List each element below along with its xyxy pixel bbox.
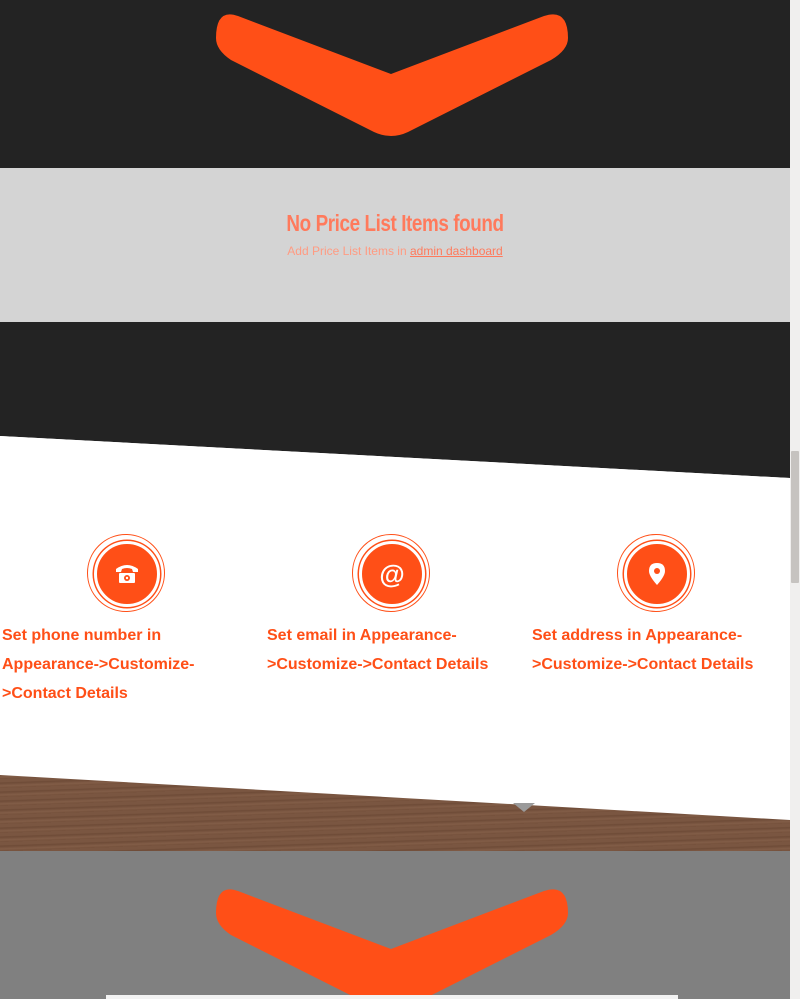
admin-dashboard-link[interactable]: admin dashboard bbox=[410, 244, 503, 258]
hero-section bbox=[0, 0, 790, 168]
dark-divider-band bbox=[0, 322, 790, 482]
address-icon-circle bbox=[617, 534, 695, 612]
scroll-down-chevron-icon-bottom[interactable] bbox=[216, 883, 570, 999]
content-card-edge bbox=[106, 995, 678, 999]
page-scrollbar[interactable] bbox=[790, 0, 800, 999]
price-list-section: No Price List Items found Add Price List… bbox=[0, 168, 790, 323]
phone-icon-circle bbox=[87, 534, 165, 612]
map-marker-icon bbox=[624, 541, 690, 607]
contact-address-text: Set address in Appearance->Customize->Co… bbox=[532, 627, 754, 673]
wood-texture-band bbox=[0, 770, 790, 852]
price-list-empty-subtitle: Add Price List Items in admin dashboard bbox=[0, 244, 790, 258]
contact-phone-text: Set phone number in Appearance->Customiz… bbox=[2, 627, 195, 702]
price-list-empty-title: No Price List Items found bbox=[286, 210, 504, 236]
price-list-subtitle-text: Add Price List Items in bbox=[287, 244, 410, 258]
scroll-down-chevron-icon[interactable] bbox=[216, 8, 570, 140]
next-section bbox=[0, 851, 790, 999]
at-sign-icon: @ bbox=[359, 541, 425, 607]
page: No Price List Items found Add Price List… bbox=[0, 0, 790, 999]
email-icon-circle: @ bbox=[352, 534, 430, 612]
phone-icon bbox=[94, 541, 160, 607]
scrollbar-thumb[interactable] bbox=[791, 451, 799, 583]
contact-email-text: Set email in Appearance->Customize->Cont… bbox=[267, 627, 489, 673]
